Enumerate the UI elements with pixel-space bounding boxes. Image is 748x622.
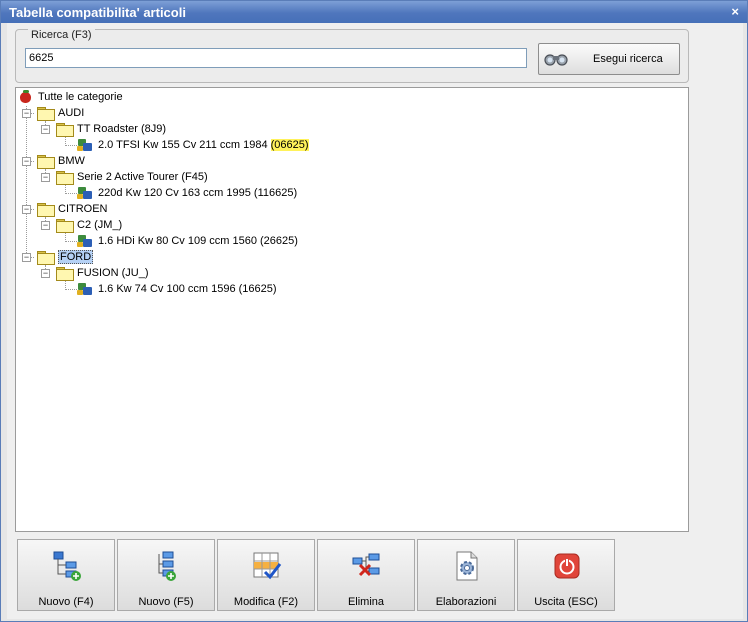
article-icon: [77, 234, 93, 248]
delete-button[interactable]: Elimina: [317, 539, 415, 611]
article-icon: [77, 282, 93, 296]
collapse-icon[interactable]: −: [22, 156, 31, 166]
search-match-highlight: (06625): [270, 139, 309, 151]
collapse-icon[interactable]: −: [41, 124, 50, 134]
model-label: TT Roadster (8J9): [77, 123, 167, 135]
tree-node-audi[interactable]: − AUDI: [22, 105, 84, 121]
tree-connector: [65, 145, 77, 146]
model-label: C2 (JM_): [77, 219, 123, 231]
category-tree[interactable]: Tutte le categorie − AUDI − TT Roadster …: [15, 87, 689, 532]
collapse-icon[interactable]: −: [41, 172, 50, 182]
exit-button[interactable]: Uscita (ESC): [517, 539, 615, 611]
new-f5-label: Nuovo (F5): [138, 596, 194, 608]
edit-table-icon: [253, 552, 282, 580]
tree-node-audi-model[interactable]: − TT Roadster (8J9): [41, 121, 166, 137]
process-label: Elaborazioni: [435, 596, 497, 608]
edit-label: Modifica (F2): [233, 596, 299, 608]
tree-node-citroen-model[interactable]: − C2 (JM_): [41, 217, 122, 233]
tree-item-bmw[interactable]: 220d Kw 120 Cv 163 ccm 1995 (116625): [77, 185, 297, 201]
title-bar: Tabella compatibilita' articoli ×: [1, 1, 747, 23]
tree-connector: [65, 193, 77, 194]
tree-root-label: Tutte le categorie: [38, 91, 123, 103]
article-icon: [77, 186, 93, 200]
tree-item-audi[interactable]: 2.0 TFSI Kw 155 Cv 211 ccm 1984 (06625): [77, 137, 309, 153]
collapse-icon[interactable]: −: [22, 252, 31, 262]
bottom-toolbar: Nuovo (F4) Nuovo (F5) Modifica (F2) Elim…: [17, 539, 617, 611]
item-label: 2.0 TFSI Kw 155 Cv 211 ccm 1984: [98, 139, 271, 151]
exit-label: Uscita (ESC): [534, 596, 598, 608]
tree-root[interactable]: Tutte le categorie: [19, 89, 123, 105]
search-button-label: Esegui ricerca: [593, 53, 663, 65]
brand-label: CITROEN: [58, 203, 108, 215]
search-group: Ricerca (F3) Esegui ricerca: [15, 29, 689, 83]
tree-item-citroen[interactable]: 1.6 HDi Kw 80 Cv 109 ccm 1560 (26625): [77, 233, 298, 249]
collapse-icon[interactable]: −: [22, 108, 31, 118]
folder-icon: [56, 123, 74, 137]
collapse-icon[interactable]: −: [41, 268, 50, 278]
tree-connector: [65, 289, 77, 290]
item-label: 1.6 Kw 74 Cv 100 ccm 1596 (16625): [98, 283, 277, 295]
item-label: 220d Kw 120 Cv 163 ccm 1995 (116625): [98, 187, 298, 199]
edit-button[interactable]: Modifica (F2): [217, 539, 315, 611]
search-button[interactable]: Esegui ricerca: [538, 43, 680, 75]
folder-icon: [37, 203, 55, 217]
search-input[interactable]: [25, 48, 527, 68]
compatibility-window: Tabella compatibilita' articoli × Ricerc…: [0, 0, 748, 622]
item-label: 1.6 HDi Kw 80 Cv 109 ccm 1560 (26625): [98, 235, 298, 247]
new-f4-label: Nuovo (F4): [38, 596, 94, 608]
collapse-icon[interactable]: −: [22, 204, 31, 214]
delete-node-icon: [352, 553, 380, 577]
tree-node-ford-model[interactable]: − FUSION (JU_): [41, 265, 149, 281]
brand-label: FORD: [58, 250, 94, 264]
close-icon[interactable]: ×: [731, 4, 739, 19]
brand-label: AUDI: [58, 107, 85, 119]
power-icon: [554, 553, 580, 579]
strawberry-icon: [19, 90, 33, 104]
folder-icon: [37, 155, 55, 169]
search-legend: Ricerca (F3): [28, 29, 95, 41]
collapse-icon[interactable]: −: [41, 220, 50, 230]
folder-icon: [56, 219, 74, 233]
tree-node-ford[interactable]: − FORD: [22, 249, 94, 265]
tree-node-bmw[interactable]: − BMW: [22, 153, 85, 169]
folder-icon: [37, 107, 55, 121]
model-label: Serie 2 Active Tourer (F45): [77, 171, 208, 183]
new-tree-node-icon: [53, 551, 81, 581]
folder-icon: [56, 267, 74, 281]
tree-node-bmw-model[interactable]: − Serie 2 Active Tourer (F45): [41, 169, 208, 185]
binoculars-icon: [544, 54, 568, 66]
new-f5-button[interactable]: Nuovo (F5): [117, 539, 215, 611]
model-label: FUSION (JU_): [77, 267, 149, 279]
tree-node-citroen[interactable]: − CITROEN: [22, 201, 108, 217]
new-subnode-icon: [158, 551, 176, 581]
folder-icon: [56, 171, 74, 185]
window-content: Ricerca (F3) Esegui ricerca: [7, 23, 743, 619]
delete-label: Elimina: [347, 596, 385, 608]
process-button[interactable]: Elaborazioni: [417, 539, 515, 611]
new-f4-button[interactable]: Nuovo (F4): [17, 539, 115, 611]
article-icon: [77, 138, 93, 152]
tree-connector: [65, 241, 77, 242]
brand-label: BMW: [58, 155, 85, 167]
document-gear-icon: [456, 551, 478, 581]
tree-item-ford[interactable]: 1.6 Kw 74 Cv 100 ccm 1596 (16625): [77, 281, 277, 297]
window-title: Tabella compatibilita' articoli: [9, 5, 186, 20]
tree-connector: [26, 106, 27, 259]
folder-icon: [37, 251, 55, 265]
